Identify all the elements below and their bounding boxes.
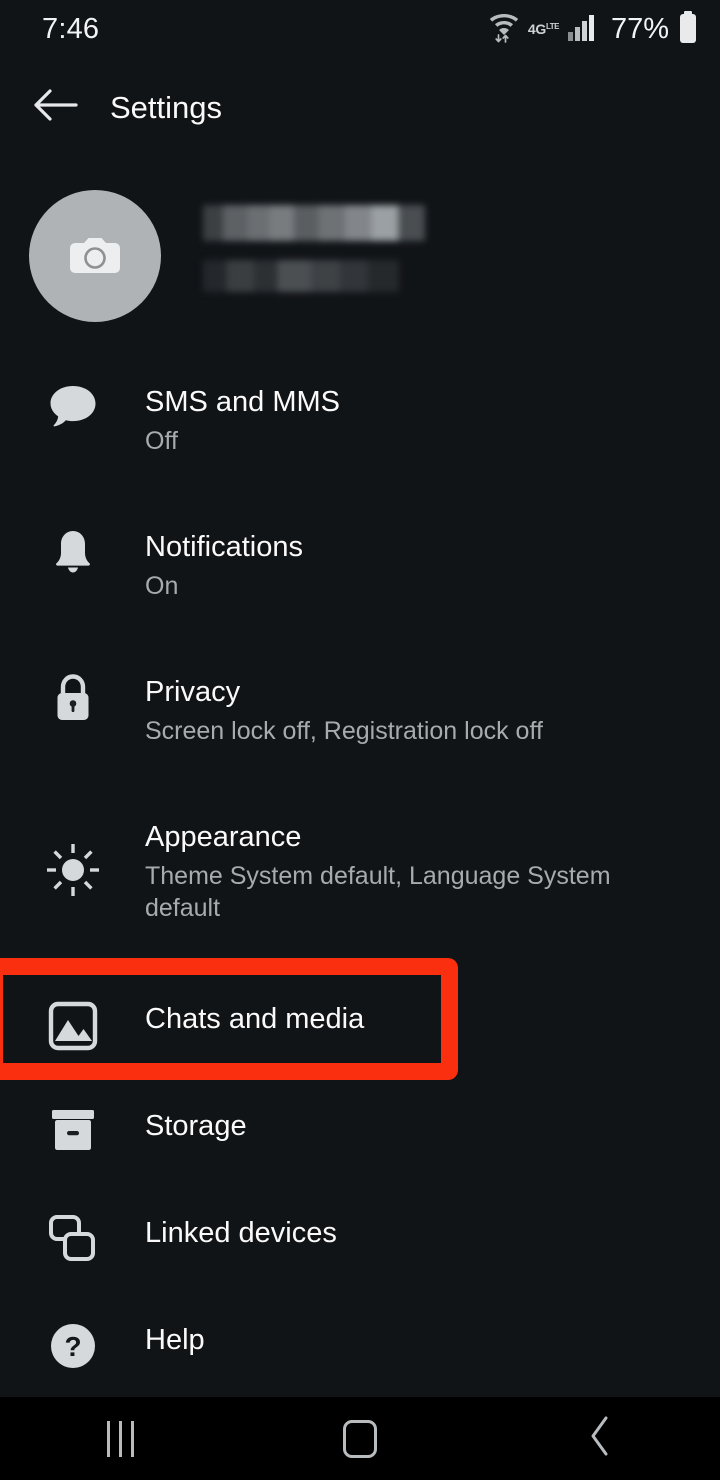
profile-name-redacted	[203, 205, 425, 241]
page-title: Settings	[110, 89, 223, 125]
profile-phone-redacted	[203, 260, 399, 292]
settings-row-title: Linked devices	[145, 1217, 337, 1249]
battery-percent-label: 77%	[610, 12, 669, 45]
settings-row-text: Chats and media	[145, 1000, 364, 1037]
image-icon	[0, 1000, 145, 1052]
home-icon	[343, 1419, 377, 1458]
settings-row-text: Appearance Theme System default, Languag…	[145, 818, 690, 924]
lock-icon	[0, 673, 145, 723]
app-bar: Settings	[0, 60, 720, 155]
profile-texts	[203, 205, 425, 292]
status-bar-icons: 4G LTE 77%	[489, 10, 698, 49]
nav-home-button[interactable]	[285, 1397, 435, 1480]
signal-bars-icon	[567, 13, 598, 46]
question-circle-icon: ?	[0, 1321, 145, 1371]
settings-row-subtitle: Off	[145, 427, 178, 456]
settings-row-text: SMS and MMS Off	[145, 383, 340, 457]
settings-row-title: Storage	[145, 1110, 247, 1142]
settings-row-text: Help	[145, 1321, 205, 1358]
system-navigation-bar	[0, 1397, 720, 1480]
network-lte-sup: LTE	[545, 22, 560, 31]
settings-row-text: Privacy Screen lock off, Registration lo…	[145, 673, 543, 747]
chat-bubble-icon	[0, 383, 145, 429]
settings-row-help[interactable]: ? Help	[0, 1321, 720, 1371]
svg-text:?: ?	[64, 1331, 81, 1362]
settings-row-subtitle: Screen lock off, Registration lock off	[145, 717, 543, 746]
back-button[interactable]	[0, 60, 110, 155]
settings-row-title: Chats and media	[145, 1003, 365, 1035]
avatar[interactable]	[29, 190, 161, 322]
settings-row-title: Notifications	[145, 531, 303, 563]
arrow-left-icon	[32, 85, 78, 130]
wifi-data-icon	[489, 10, 519, 49]
battery-icon	[678, 10, 698, 48]
nav-back-button[interactable]	[525, 1397, 675, 1480]
camera-icon	[69, 232, 121, 281]
bell-icon	[0, 528, 145, 576]
sun-icon	[0, 818, 145, 898]
settings-row-sms-and-mms[interactable]: SMS and MMS Off	[0, 383, 720, 457]
settings-row-title: Privacy	[145, 676, 241, 708]
settings-row-notifications[interactable]: Notifications On	[0, 528, 720, 602]
linked-devices-icon	[0, 1214, 145, 1264]
archive-box-icon	[0, 1107, 145, 1153]
network-4g-lte-icon: 4G LTE	[527, 21, 560, 37]
settings-row-title: Appearance	[145, 821, 302, 853]
settings-row-subtitle: On	[145, 572, 179, 601]
settings-row-linked-devices[interactable]: Linked devices	[0, 1214, 720, 1264]
settings-row-title: Help	[145, 1324, 205, 1356]
settings-row-privacy[interactable]: Privacy Screen lock off, Registration lo…	[0, 673, 720, 747]
settings-row-text: Storage	[145, 1107, 247, 1144]
settings-row-chats-and-media[interactable]: Chats and media	[0, 1000, 720, 1052]
settings-row-appearance[interactable]: Appearance Theme System default, Languag…	[0, 818, 720, 924]
status-time: 7:46	[42, 12, 100, 45]
settings-row-title: SMS and MMS	[145, 386, 340, 418]
status-bar: 7:46 4G LTE 77%	[0, 0, 720, 58]
settings-row-storage[interactable]: Storage	[0, 1107, 720, 1153]
recents-icon	[106, 1420, 134, 1457]
settings-row-text: Notifications On	[145, 528, 303, 602]
network-type-label: 4G	[527, 21, 546, 37]
nav-recents-button[interactable]	[45, 1397, 195, 1480]
settings-row-subtitle: Theme System default, Language System de…	[145, 862, 611, 923]
settings-row-text: Linked devices	[145, 1214, 337, 1251]
back-chevron-icon	[587, 1414, 613, 1463]
